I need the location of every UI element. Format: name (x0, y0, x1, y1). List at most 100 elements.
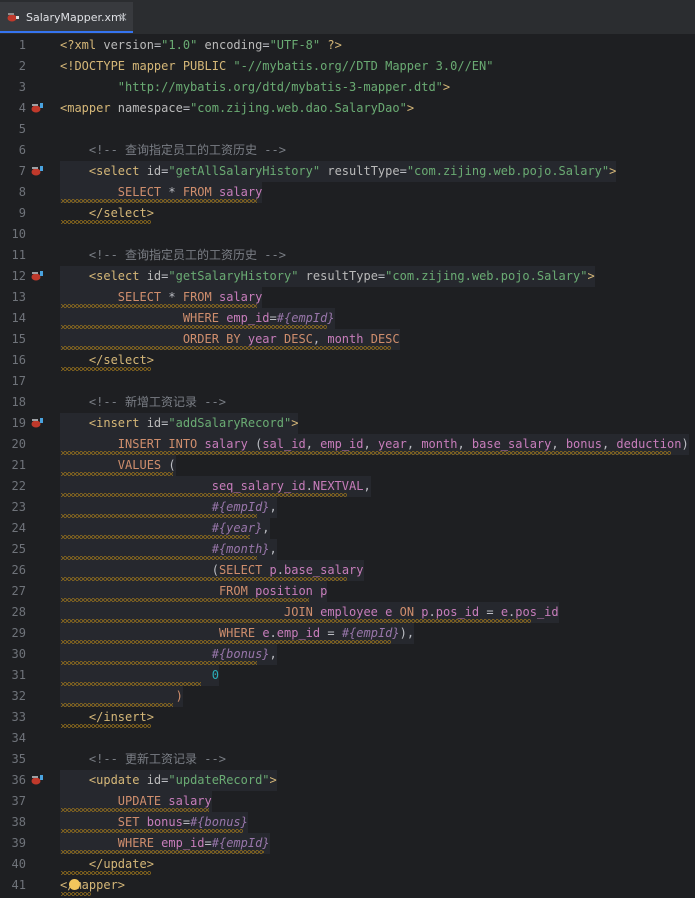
code-text[interactable]: <select id="getSalaryHistory" resultType… (60, 266, 595, 287)
code-line[interactable]: 23 #{empId}, (0, 497, 695, 518)
code-line[interactable]: 11 <!-- 查询指定员工的工资历史 --> (0, 245, 695, 266)
code-text[interactable]: <!-- 更新工资记录 --> (60, 749, 226, 770)
code-line[interactable]: 38 SET bonus=#{bonus} (0, 812, 695, 833)
code-line[interactable]: 21 VALUES ( (0, 455, 695, 476)
code-line[interactable]: 20 INSERT INTO salary (sal_id, emp_id, y… (0, 434, 695, 455)
code-line[interactable]: 36 <update id="updateRecord"> (0, 770, 695, 791)
line-number: 19 (11, 416, 26, 430)
code-text[interactable]: <select id = "getAllSalaryHistory" resultT… (60, 161, 617, 182)
code-line[interactable]: 14 WHERE emp_id=#{empId} (0, 308, 695, 329)
close-icon[interactable]: × (118, 10, 128, 24)
code-text[interactable]: "http://mybatis.org/dtd/mybatis-3-mapper… (60, 77, 450, 98)
code-line[interactable]: 40 </update> (0, 854, 695, 875)
code-line[interactable]: 30 #{bonus}, (0, 644, 695, 665)
code-line[interactable]: 19 <insert id="addSalaryRecord"> (0, 413, 695, 434)
line-number: 37 (11, 794, 26, 808)
code-line[interactable]: 37 UPDATE salary (0, 791, 695, 812)
code-text[interactable]: <!-- 查询指定员工的工资历史 --> (60, 140, 286, 161)
code-token: emp_id (320, 437, 364, 451)
code-line[interactable]: 9 </select> (0, 203, 695, 224)
code-text[interactable]: <!DOCTYPE mapper PUBLIC "-//mybatis.org/… (60, 56, 493, 77)
code-line[interactable]: 15 ORDER BY year DESC, month DESC (0, 329, 695, 350)
code-line[interactable]: 12 <select id="getSalaryHistory" resultT… (0, 266, 695, 287)
code-token: emp_id (226, 311, 270, 325)
code-line[interactable]: 35 <!-- 更新工资记录 --> (0, 749, 695, 770)
code-editor[interactable]: 1 <?xml version="1.0" encoding="UTF-8" ?>… (0, 35, 695, 898)
line-number: 15 (11, 332, 26, 346)
code-line[interactable]: 24 #{year}, (0, 518, 695, 539)
code-token: "http://mybatis.org/dtd/mybatis-3-mapper… (117, 80, 443, 94)
code-line[interactable]: 33 </insert> (0, 707, 695, 728)
code-token: , (406, 437, 422, 451)
code-line[interactable]: 31 0 (0, 665, 695, 686)
code-token: position (255, 584, 313, 598)
code-line[interactable]: 1 <?xml version="1.0" encoding="UTF-8" ?> (0, 35, 695, 56)
code-token: "-//mybatis.org//DTD Mapper 3.0//EN" (233, 59, 494, 73)
code-line[interactable]: 39 WHERE emp_id=#{empId} (0, 833, 695, 854)
code-token: = (269, 311, 277, 325)
code-line[interactable]: 13 SELECT * FROM salary (0, 287, 695, 308)
code-line[interactable]: 41 </mapper> (0, 875, 695, 896)
line-number: 20 (11, 437, 26, 451)
code-text[interactable]: <update id="updateRecord"> (60, 770, 277, 791)
code-line[interactable]: 17 (0, 371, 695, 392)
code-token: , (601, 437, 617, 451)
code-token: resultType (305, 269, 378, 283)
line-number: 18 (11, 395, 26, 409)
code-line[interactable]: 4 <mapper namespace="com.zijing.web.dao.S… (0, 98, 695, 119)
code-token: <!-- 查询指定员工的工资历史 --> (60, 143, 286, 157)
code-line[interactable]: 10 (0, 224, 695, 245)
code-token: "getAllSalaryHistory" (168, 164, 321, 178)
code-text[interactable]: <!-- 新增工资记录 --> (60, 392, 226, 413)
code-token: resultType (327, 164, 400, 178)
mybatis-navigate-icon[interactable] (31, 165, 44, 177)
code-text[interactable]: <insert id="addSalaryRecord"> (60, 413, 299, 434)
code-token: #{bonus} (190, 815, 248, 829)
code-text[interactable]: <mapper namespace="com.zijing.web.dao.Sa… (60, 98, 414, 119)
code-token: UPDATE (117, 794, 162, 808)
mybatis-navigate-icon[interactable] (31, 417, 44, 429)
code-line[interactable]: 6 <!-- 查询指定员工的工资历史 --> (0, 140, 695, 161)
code-token: bonus (565, 437, 602, 451)
code-line[interactable]: 28 JOIN employee e ON p.pos_id = e.pos_i… (0, 602, 695, 623)
mybatis-navigate-icon[interactable] (31, 270, 44, 282)
code-line[interactable]: 5 (0, 119, 695, 140)
code-line[interactable]: 7 <select id = "getAllSalaryHistory" resul… (0, 161, 695, 182)
code-token: p (269, 563, 277, 577)
code-line[interactable]: 22 seq_salary_id.NEXTVAL, (0, 476, 695, 497)
code-text[interactable]: <?xml version="1.0" encoding="UTF-8" ?> (60, 35, 342, 56)
code-line[interactable]: 25 #{month}, (0, 539, 695, 560)
code-line[interactable]: 29 WHERE e.emp_id = #{empId}), (0, 623, 695, 644)
line-number: 2 (18, 59, 26, 73)
code-token: #{month} (211, 542, 270, 556)
code-line[interactable]: 26 (SELECT p.base_salary (0, 560, 695, 581)
code-line[interactable]: 27 FROM position p (0, 581, 695, 602)
code-token: <mapper (60, 101, 118, 115)
code-line[interactable]: 8 SELECT * FROM salary (0, 182, 695, 203)
line-number: 26 (11, 563, 26, 577)
code-text[interactable]: <!-- 查询指定员工的工资历史 --> (60, 245, 286, 266)
code-token: id (146, 269, 162, 283)
code-line[interactable]: 16 </select> (0, 350, 695, 371)
code-line[interactable]: 32 ) (0, 686, 695, 707)
code-line[interactable]: 18 <!-- 新增工资记录 --> (0, 392, 695, 413)
mybatis-navigate-icon[interactable] (31, 102, 44, 114)
code-token: month (421, 437, 458, 451)
code-line[interactable]: 3 "http://mybatis.org/dtd/mybatis-3-mapp… (0, 77, 695, 98)
tab-salary-mapper[interactable]: SalaryMapper.xml × (0, 2, 133, 33)
code-token: salary (218, 185, 263, 199)
intention-bulb-icon[interactable] (69, 879, 80, 890)
mybatis-navigate-icon[interactable] (31, 774, 44, 786)
code-line[interactable]: 34 (0, 728, 695, 749)
code-token: </select> (88, 353, 154, 367)
code-token: <!DOCTYPE mapper PUBLIC (60, 59, 234, 73)
code-line[interactable]: 2 <!DOCTYPE mapper PUBLIC "-//mybatis.org… (0, 56, 695, 77)
